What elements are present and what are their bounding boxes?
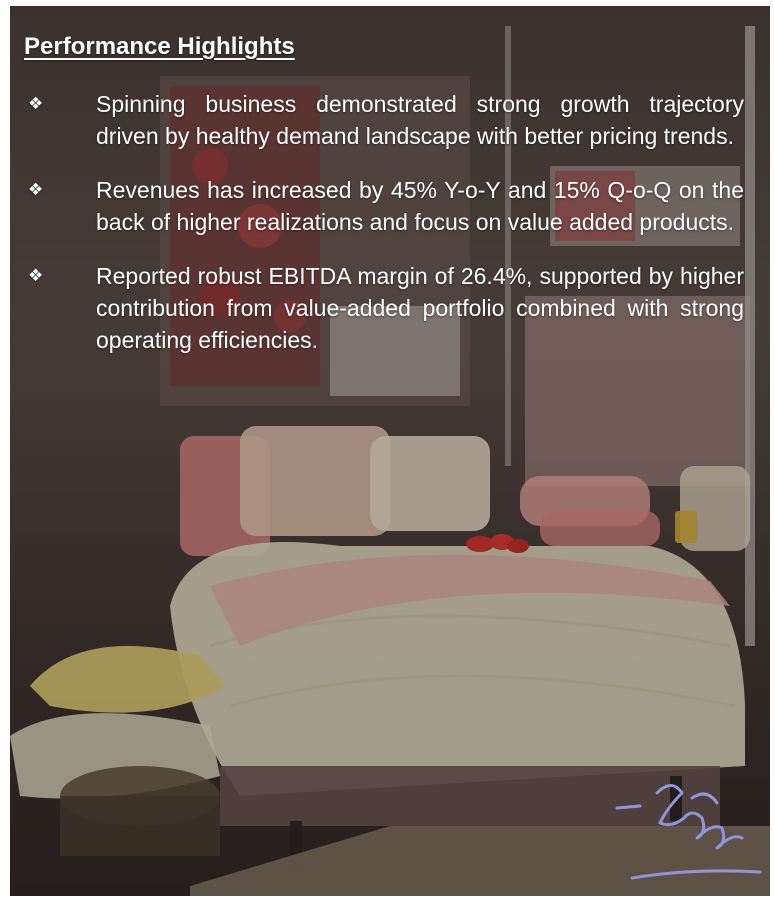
diamond-bullet-icon: ❖: [28, 180, 44, 199]
diamond-bullet-icon: ❖: [28, 94, 44, 113]
highlights-list: ❖ Spinning business demonstrated strong …: [24, 88, 744, 356]
page-title: Performance Highlights: [24, 33, 295, 60]
list-item: ❖ Reported robust EBITDA margin of 26.4%…: [24, 260, 744, 356]
list-item: ❖ Revenues has increased by 45% Y-o-Y an…: [24, 174, 744, 238]
bullet-text: Spinning business demonstrated strong gr…: [96, 91, 744, 149]
highlights-content: Performance Highlights ❖ Spinning busine…: [24, 30, 744, 378]
bullet-text: Revenues has increased by 45% Y-o-Y and …: [96, 177, 744, 235]
diamond-bullet-icon: ❖: [28, 266, 44, 285]
list-item: ❖ Spinning business demonstrated strong …: [24, 88, 744, 152]
slide-page: Performance Highlights ❖ Spinning busine…: [0, 0, 774, 903]
bullet-text: Reported robust EBITDA margin of 26.4%, …: [96, 263, 744, 353]
handwritten-signature: [615, 784, 762, 880]
